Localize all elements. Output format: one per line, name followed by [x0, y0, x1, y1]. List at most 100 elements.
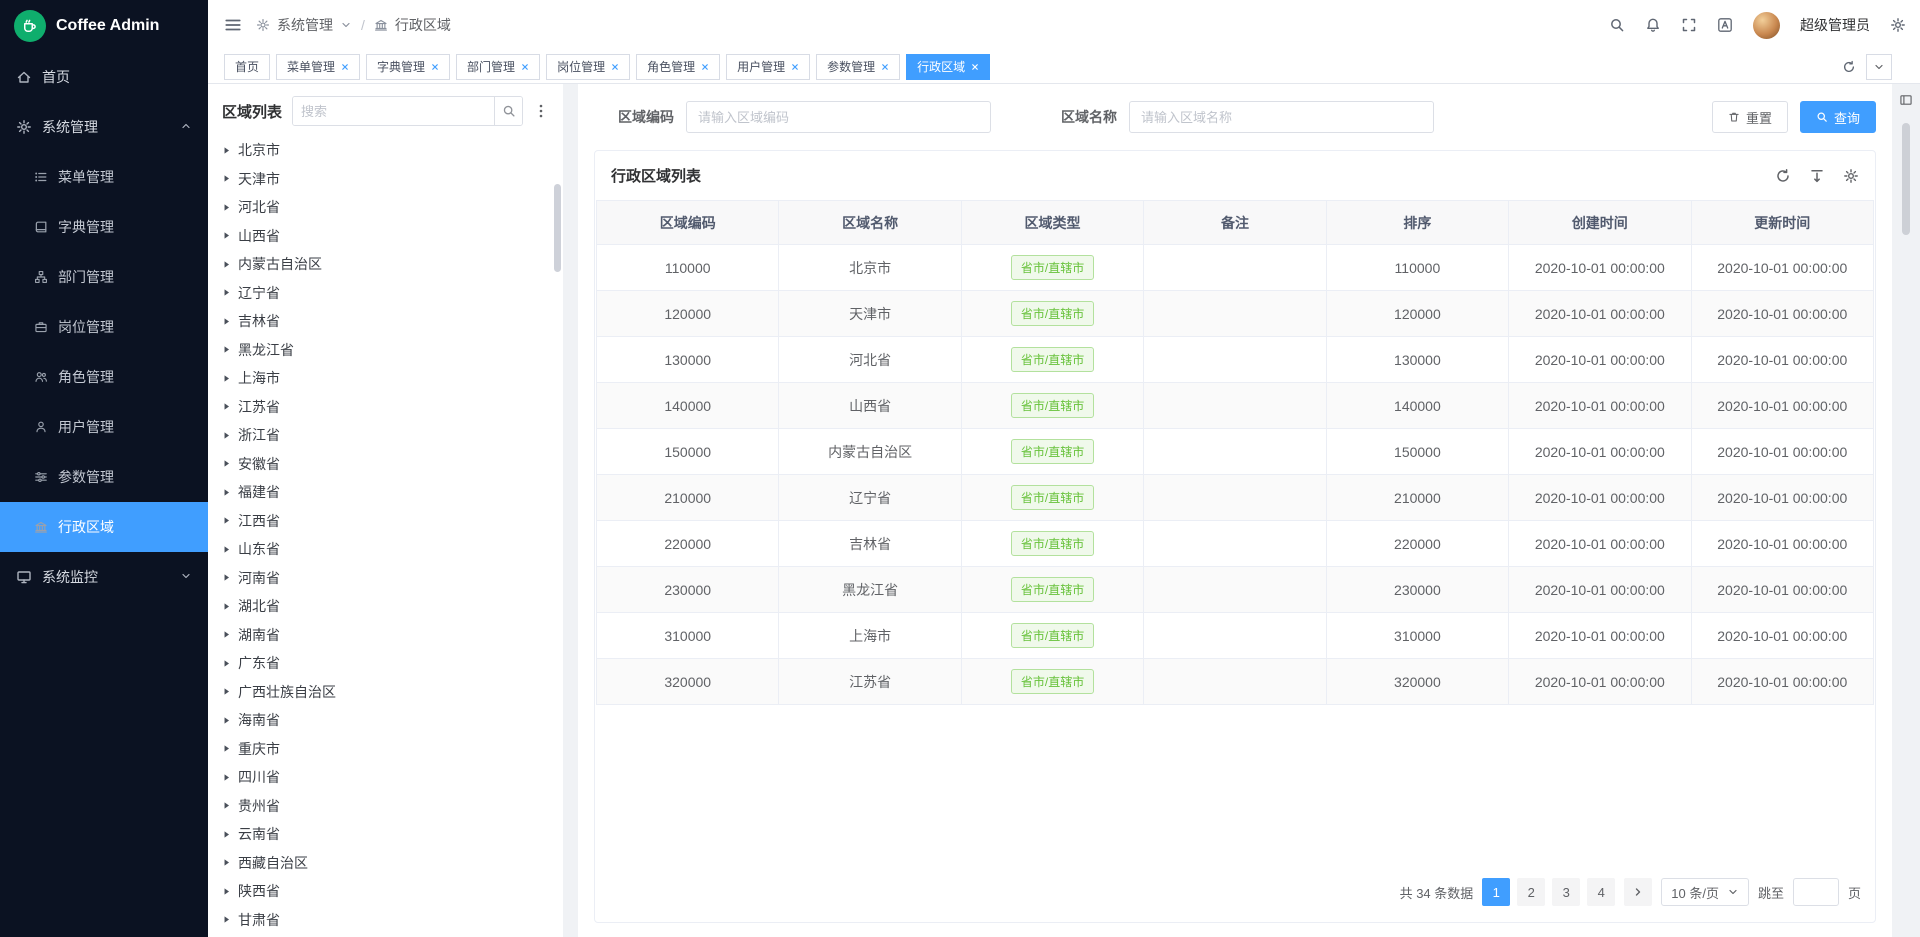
sidebar-item-post-mgmt[interactable]: 岗位管理 [0, 302, 208, 352]
caret-right-icon[interactable] [222, 773, 231, 782]
tab[interactable]: 参数管理 [816, 54, 900, 80]
sidebar-item-menu-mgmt[interactable]: 菜单管理 [0, 152, 208, 202]
tab[interactable]: 岗位管理 [546, 54, 630, 80]
translate-icon[interactable] [1717, 17, 1733, 33]
tab[interactable]: 部门管理 [456, 54, 540, 80]
page-button[interactable]: 4 [1587, 878, 1615, 906]
sidebar-item-user-mgmt[interactable]: 用户管理 [0, 402, 208, 452]
table-row[interactable]: 310000 上海市 省市/直辖市 310000 2020-10-01 00:0… [597, 613, 1874, 659]
caret-right-icon[interactable] [222, 516, 231, 525]
caret-right-icon[interactable] [222, 659, 231, 668]
table-row[interactable]: 320000 江苏省 省市/直辖市 320000 2020-10-01 00:0… [597, 659, 1874, 705]
caret-right-icon[interactable] [222, 146, 231, 155]
caret-right-icon[interactable] [222, 887, 231, 896]
breadcrumb-root[interactable]: 系统管理 [277, 15, 333, 35]
caret-right-icon[interactable] [222, 915, 231, 924]
more-options-icon[interactable] [533, 103, 549, 119]
sidebar-group-monitor[interactable]: 系统监控 [0, 552, 208, 602]
caret-right-icon[interactable] [222, 174, 231, 183]
fullscreen-icon[interactable] [1681, 17, 1697, 33]
tree-item[interactable]: 西藏自治区 [212, 849, 563, 878]
caret-right-icon[interactable] [222, 488, 231, 497]
caret-right-icon[interactable] [222, 716, 231, 725]
refresh-icon[interactable] [1842, 60, 1856, 74]
table-row[interactable]: 110000 北京市 省市/直辖市 110000 2020-10-01 00:0… [597, 245, 1874, 291]
caret-right-icon[interactable] [222, 573, 231, 582]
tree-item[interactable]: 河北省 [212, 193, 563, 222]
tree-item[interactable]: 广西壮族自治区 [212, 678, 563, 707]
caret-right-icon[interactable] [222, 801, 231, 810]
tree-item[interactable]: 内蒙古自治区 [212, 250, 563, 279]
bell-icon[interactable] [1645, 17, 1661, 33]
tree-item[interactable]: 贵州省 [212, 792, 563, 821]
collapse-sidebar-icon[interactable] [224, 16, 242, 34]
tab-close-icon[interactable] [971, 63, 979, 71]
caret-right-icon[interactable] [222, 858, 231, 867]
tree-item[interactable]: 海南省 [212, 706, 563, 735]
page-button[interactable]: 3 [1552, 878, 1580, 906]
tab[interactable]: 行政区域 [906, 54, 990, 80]
page-size-select[interactable]: 10 条/页 [1661, 878, 1749, 906]
tree-item[interactable]: 吉林省 [212, 307, 563, 336]
tree-item[interactable]: 天津市 [212, 165, 563, 194]
caret-right-icon[interactable] [222, 687, 231, 696]
page-button[interactable]: 2 [1517, 878, 1545, 906]
sidebar-item-param-mgmt[interactable]: 参数管理 [0, 452, 208, 502]
caret-right-icon[interactable] [222, 374, 231, 383]
jump-page-input[interactable] [1793, 878, 1839, 906]
caret-right-icon[interactable] [222, 288, 231, 297]
caret-right-icon[interactable] [222, 431, 231, 440]
region-code-input[interactable] [686, 101, 991, 133]
row-height-icon[interactable] [1809, 168, 1825, 184]
caret-right-icon[interactable] [222, 830, 231, 839]
caret-right-icon[interactable] [222, 630, 231, 639]
tab-close-icon[interactable] [341, 63, 349, 71]
refresh-icon[interactable] [1775, 168, 1791, 184]
sidebar-item-dept-mgmt[interactable]: 部门管理 [0, 252, 208, 302]
sidebar-item-dict-mgmt[interactable]: 字典管理 [0, 202, 208, 252]
tab[interactable]: 字典管理 [366, 54, 450, 80]
caret-right-icon[interactable] [222, 317, 231, 326]
tree-item[interactable]: 四川省 [212, 763, 563, 792]
tree-item[interactable]: 安徽省 [212, 450, 563, 479]
tab-options-button[interactable] [1866, 54, 1892, 80]
tree-item[interactable]: 江苏省 [212, 393, 563, 422]
tree-item[interactable]: 浙江省 [212, 421, 563, 450]
table-row[interactable]: 120000 天津市 省市/直辖市 120000 2020-10-01 00:0… [597, 291, 1874, 337]
table-row[interactable]: 140000 山西省 省市/直辖市 140000 2020-10-01 00:0… [597, 383, 1874, 429]
tree-scrollbar[interactable] [554, 184, 561, 272]
tab-close-icon[interactable] [521, 63, 529, 71]
tab[interactable]: 首页 [224, 54, 270, 80]
tree-item[interactable]: 陕西省 [212, 877, 563, 906]
caret-right-icon[interactable] [222, 203, 231, 212]
table-row[interactable]: 230000 黑龙江省 省市/直辖市 230000 2020-10-01 00:… [597, 567, 1874, 613]
tree-item[interactable]: 甘肃省 [212, 906, 563, 935]
column-settings-gear-icon[interactable] [1843, 168, 1859, 184]
tree-item[interactable]: 上海市 [212, 364, 563, 393]
caret-right-icon[interactable] [222, 345, 231, 354]
caret-right-icon[interactable] [222, 744, 231, 753]
settings-gear-icon[interactable] [1890, 17, 1906, 33]
tab-close-icon[interactable] [881, 63, 889, 71]
caret-right-icon[interactable] [222, 402, 231, 411]
user-avatar[interactable] [1753, 12, 1780, 39]
tree-item[interactable]: 广东省 [212, 649, 563, 678]
page-scrollbar[interactable] [1902, 123, 1910, 235]
tab[interactable]: 菜单管理 [276, 54, 360, 80]
tab-close-icon[interactable] [431, 63, 439, 71]
table-row[interactable]: 150000 内蒙古自治区 省市/直辖市 150000 2020-10-01 0… [597, 429, 1874, 475]
tree-item[interactable]: 福建省 [212, 478, 563, 507]
page-button[interactable]: 1 [1482, 878, 1510, 906]
sidebar-item-role-mgmt[interactable]: 角色管理 [0, 352, 208, 402]
layout-panel-icon[interactable] [1899, 93, 1913, 107]
tree-search-input[interactable] [293, 97, 494, 125]
tab-close-icon[interactable] [611, 63, 619, 71]
caret-right-icon[interactable] [222, 459, 231, 468]
tree-item[interactable]: 湖南省 [212, 621, 563, 650]
region-name-input[interactable] [1129, 101, 1434, 133]
tree-item[interactable]: 山西省 [212, 222, 563, 251]
caret-right-icon[interactable] [222, 231, 231, 240]
tab-close-icon[interactable] [791, 63, 799, 71]
table-row[interactable]: 220000 吉林省 省市/直辖市 220000 2020-10-01 00:0… [597, 521, 1874, 567]
caret-right-icon[interactable] [222, 545, 231, 554]
